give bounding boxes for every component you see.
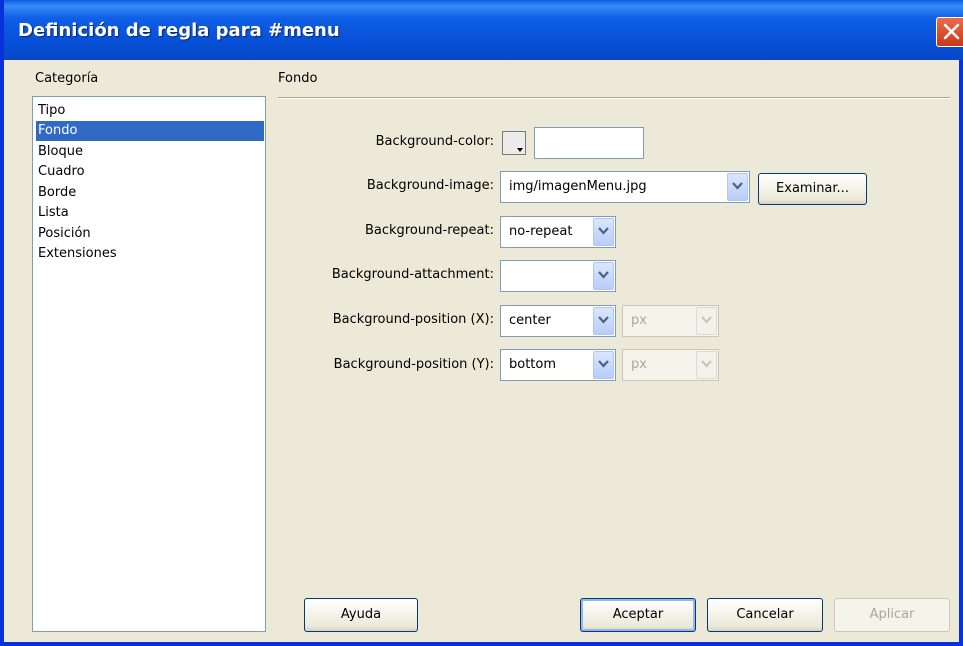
category-item-cuadro[interactable]: Cuadro xyxy=(36,162,264,182)
close-button[interactable] xyxy=(936,17,963,47)
panel-divider xyxy=(278,97,950,99)
color-picker-button[interactable] xyxy=(502,131,526,155)
category-item-tipo[interactable]: Tipo xyxy=(36,101,264,121)
bg-attachment-select[interactable] xyxy=(500,260,616,292)
bg-attachment-label: Background-attachment: xyxy=(331,267,494,282)
bg-repeat-label: Background-repeat: xyxy=(365,223,494,238)
dropdown-arrow-button xyxy=(696,307,717,335)
bg-pos-y-unit-value: px xyxy=(631,357,647,372)
chevron-down-icon xyxy=(598,227,609,235)
bg-image-label: Background-image: xyxy=(366,178,494,193)
category-item-lista[interactable]: Lista xyxy=(36,203,264,223)
category-item-bloque[interactable]: Bloque xyxy=(36,142,264,162)
chevron-down-icon xyxy=(732,182,743,190)
cancel-button[interactable]: Cancelar xyxy=(707,598,823,632)
help-button[interactable]: Ayuda xyxy=(304,598,418,632)
window-title: Definición de regla para #menu xyxy=(18,20,340,41)
category-item-extensiones[interactable]: Extensiones xyxy=(36,244,264,264)
category-heading: Categoría xyxy=(35,71,99,86)
bg-pos-x-label: Background-position (X): xyxy=(332,312,494,327)
browse-button[interactable]: Examinar... xyxy=(758,173,867,205)
dropdown-arrow-button[interactable] xyxy=(593,351,614,379)
bg-pos-x-unit-select: px xyxy=(622,305,719,337)
category-list: Tipo Fondo Bloque Cuadro Borde Lista Pos… xyxy=(32,96,266,632)
bg-pos-x-select[interactable]: center xyxy=(500,305,616,337)
panel-title: Fondo xyxy=(278,71,318,86)
chevron-down-icon xyxy=(598,271,609,279)
dropdown-arrow-button[interactable] xyxy=(593,262,614,290)
bg-repeat-value: no-repeat xyxy=(509,224,573,239)
ok-button[interactable]: Aceptar xyxy=(580,598,696,632)
close-icon xyxy=(943,23,960,40)
bg-repeat-select[interactable]: no-repeat xyxy=(500,216,616,248)
bg-pos-x-unit-value: px xyxy=(631,313,647,328)
bg-image-value: img/imagenMenu.jpg xyxy=(509,179,647,194)
bg-pos-y-value: bottom xyxy=(509,357,557,372)
bg-color-input[interactable] xyxy=(534,127,644,159)
dropdown-arrow-button xyxy=(696,351,717,379)
title-bar: Definición de regla para #menu xyxy=(4,0,963,60)
bg-color-label: Background-color: xyxy=(375,134,494,149)
bg-pos-y-unit-select: px xyxy=(622,349,719,381)
chevron-down-icon xyxy=(701,360,712,368)
apply-button: Aplicar xyxy=(834,598,950,632)
category-item-posicion[interactable]: Posición xyxy=(36,224,264,244)
chevron-down-icon xyxy=(598,360,609,368)
dropdown-arrow-button[interactable] xyxy=(727,173,748,201)
bg-image-combo[interactable]: img/imagenMenu.jpg xyxy=(500,171,750,203)
dropdown-arrow-button[interactable] xyxy=(593,307,614,335)
bg-pos-y-label: Background-position (Y): xyxy=(333,357,494,372)
category-item-borde[interactable]: Borde xyxy=(36,183,264,203)
dialog-window: Definición de regla para #menu Categoría… xyxy=(0,0,963,646)
category-item-fondo[interactable]: Fondo xyxy=(36,121,264,141)
chevron-down-icon xyxy=(701,316,712,324)
chevron-down-icon xyxy=(517,148,523,152)
bg-pos-y-select[interactable]: bottom xyxy=(500,349,616,381)
dropdown-arrow-button[interactable] xyxy=(593,218,614,246)
bg-pos-x-value: center xyxy=(509,313,551,328)
chevron-down-icon xyxy=(598,316,609,324)
